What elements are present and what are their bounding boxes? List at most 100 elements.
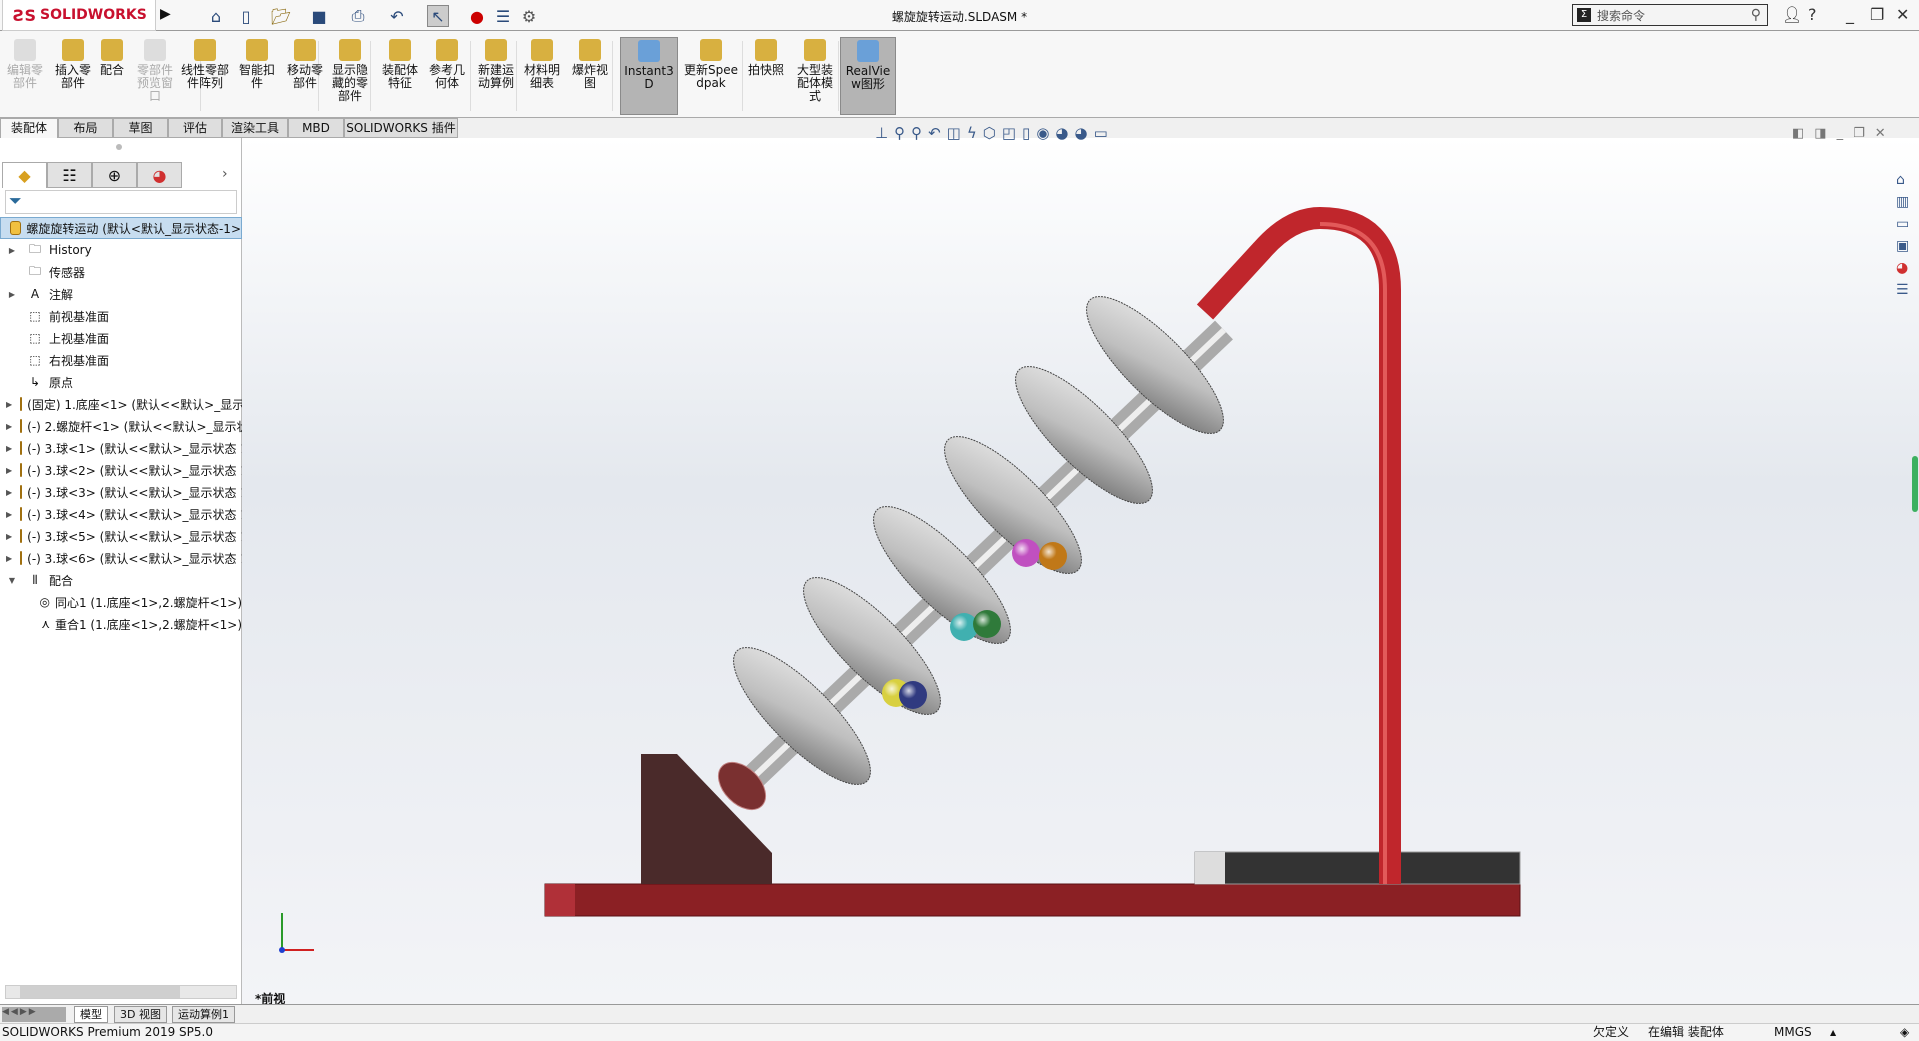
expand-arrow-icon[interactable]: ▶	[6, 510, 12, 519]
ribbon-button-3[interactable]: 零部件预览窗口	[136, 39, 174, 111]
tree-item[interactable]: 🗀︎ 传感器	[0, 261, 242, 283]
appearances-icon[interactable]: ◕	[1896, 260, 1918, 276]
tree-item[interactable]: ▶ (-) 3.球<6> (默认<<默认>_显示状态 1>)	[0, 547, 242, 569]
search-commands-input[interactable]: Σ 搜索命令 ⚲	[1572, 4, 1768, 26]
expand-arrow-icon[interactable]: ▶	[6, 466, 12, 475]
tree-item[interactable]: ⬚ 上视基准面	[0, 327, 242, 349]
zoom-area-icon[interactable]: ⚲	[911, 124, 928, 142]
tree-item[interactable]: ⬚ 前视基准面	[0, 305, 242, 327]
hide-show-icon[interactable]: ▯	[1022, 124, 1036, 142]
design-library-icon[interactable]: ▥	[1896, 194, 1918, 210]
tree-item[interactable]: 螺旋旋转运动 (默认<默认_显示状态-1>	[0, 217, 242, 239]
ribbon-button-9[interactable]: 参考几何体	[426, 39, 468, 111]
zoom-to-fit-icon[interactable]: ⚲	[894, 124, 911, 142]
units-selector[interactable]: MMGS	[1774, 1024, 1812, 1041]
tree-item[interactable]: ▶ 🗀︎ History	[0, 239, 242, 261]
tree-item[interactable]: ▶ (-) 3.球<1> (默认<<默认>_显示状态 1>)	[0, 437, 242, 459]
tree-item[interactable]: ▶ (-) 3.球<5> (默认<<默认>_显示状态 1>)	[0, 525, 242, 547]
expand-arrow-icon[interactable]: ▶	[6, 246, 18, 255]
tab-configuration-manager[interactable]: ⊕	[92, 162, 137, 188]
ribbon-button-6[interactable]: 移动零部件	[282, 39, 328, 111]
tree-item[interactable]: ↳ 原点	[0, 371, 242, 393]
tab-5[interactable]: MBD	[288, 118, 344, 138]
expand-arrow-icon[interactable]: ▶	[6, 554, 12, 563]
collapse-arrow-icon[interactable]: ▼	[6, 576, 18, 585]
tab-1[interactable]: 布局	[58, 118, 113, 138]
tab-2[interactable]: 草图	[113, 118, 168, 138]
horizontal-scrollbar[interactable]	[5, 985, 237, 999]
tab-feature-manager[interactable]: ◆	[2, 162, 47, 188]
tree-filter[interactable]: ⏷	[5, 190, 237, 214]
ribbon-button-4[interactable]: 线性零部件阵列	[178, 39, 232, 111]
tree-item[interactable]: ▶ (固定) 1.底座<1> (默认<<默认>_显示状态 1>)	[0, 393, 242, 415]
view-orientation-icon[interactable]: ⊥	[875, 124, 894, 142]
edit-appearance-icon[interactable]: ◉	[1036, 124, 1055, 142]
graphics-viewport[interactable]: *前视 ◧◨_❐✕ ⌂ ▥ ▭ ▣ ◕ ☰	[242, 126, 1919, 1006]
ribbon-button-11[interactable]: 材料明细表	[522, 39, 562, 111]
tree-item[interactable]: ▶ A 注解	[0, 283, 242, 305]
expand-arrow-icon[interactable]: ▶	[6, 532, 12, 541]
expand-arrow-icon[interactable]: ▶	[6, 444, 12, 453]
rebuild-status-icon[interactable]: ◈	[1900, 1024, 1909, 1041]
view-settings-icon[interactable]: ◕	[1075, 124, 1094, 142]
chevron-right-icon[interactable]: ›	[222, 166, 228, 182]
expand-arrow-icon[interactable]: ▶	[6, 488, 12, 497]
right-base-box[interactable]	[1194, 851, 1521, 885]
display-style-icon[interactable]: ⬡	[983, 124, 1002, 142]
tab-4[interactable]: 渲染工具	[222, 118, 288, 138]
panel-grip[interactable]	[116, 144, 122, 150]
viewport-window-controls[interactable]: ◧◨_❐✕	[1792, 126, 1896, 141]
tree-item[interactable]: ▼ ⫴ 配合	[0, 569, 242, 591]
expand-arrow-icon[interactable]: ▶	[6, 422, 12, 431]
ribbon-button-7[interactable]: 显示隐藏的零部件	[330, 39, 370, 111]
tab-display-manager[interactable]: ◕	[137, 162, 182, 188]
minimize-button[interactable]: _	[1846, 5, 1854, 24]
tab-scroll-arrows[interactable]: ◀◀▶▶	[2, 1007, 66, 1022]
display-monitor-icon[interactable]: ▭	[1094, 124, 1114, 142]
ribbon-button-5[interactable]: 智能扣件	[238, 39, 276, 111]
ribbon-button-17[interactable]: RealView图形	[840, 37, 896, 115]
tab-3[interactable]: 评估	[168, 118, 222, 138]
units-dropdown-icon[interactable]: ▲	[1830, 1024, 1836, 1041]
ribbon-button-0[interactable]: 编辑零部件	[6, 39, 44, 111]
expand-arrow-icon[interactable]: ▶	[6, 400, 12, 409]
tree-item[interactable]: ⬚ 右视基准面	[0, 349, 242, 371]
help-icon[interactable]: ?	[1808, 5, 1817, 24]
tree-item[interactable]: ◎ 同心1 (1.底座<1>,2.螺旋杆<1>)	[0, 591, 243, 613]
bottom-tab-0[interactable]: 模型	[74, 1006, 108, 1023]
bottom-tab-2[interactable]: 运动算例1	[172, 1006, 235, 1023]
bottom-tab-1[interactable]: 3D 视图	[114, 1006, 167, 1023]
ribbon-button-15[interactable]: 拍快照	[746, 39, 786, 111]
restore-button[interactable]: ❐	[1870, 5, 1884, 24]
pole[interactable]	[1196, 206, 1401, 884]
ribbon-button-1[interactable]: 插入零部件	[52, 39, 94, 111]
ribbon-button-14[interactable]: 更新Speedpak	[683, 39, 739, 111]
ribbon-button-16[interactable]: 大型装配体模式	[792, 39, 838, 111]
tree-item[interactable]: ▶ (-) 3.球<2> (默认<<默认>_显示状态 1>)	[0, 459, 242, 481]
viewport-scroll-handle[interactable]	[1912, 456, 1918, 512]
base-plate[interactable]	[544, 883, 1521, 917]
section-view-icon[interactable]: ◫	[947, 124, 967, 142]
file-explorer-icon[interactable]: ▭	[1896, 216, 1918, 232]
dynamic-annotation-icon[interactable]: ϟ	[967, 124, 983, 142]
ribbon-button-8[interactable]: 装配体特征	[380, 39, 420, 111]
user-icon[interactable]: 👤︎	[1782, 5, 1802, 24]
custom-properties-icon[interactable]: ☰	[1896, 282, 1918, 298]
close-button[interactable]: ✕	[1896, 5, 1909, 24]
tree-item[interactable]: ⋏ 重合1 (1.底座<1>,2.螺旋杆<1>)	[0, 613, 242, 635]
tree-item[interactable]: ▶ (-) 3.球<4> (默认<<默认>_显示状态 1>)	[0, 503, 242, 525]
search-icon[interactable]: ⚲	[1751, 7, 1761, 23]
apply-scene-icon[interactable]: ◕	[1055, 124, 1074, 142]
tree-item[interactable]: ▶ (-) 3.球<3> (默认<<默认>_显示状态 1>)	[0, 481, 242, 503]
tree-item[interactable]: ▶ (-) 2.螺旋杆<1> (默认<<默认>_显示状态 1>)	[0, 415, 242, 437]
tab-property-manager[interactable]: ☷	[47, 162, 92, 188]
ribbon-button-12[interactable]: 爆炸视图	[570, 39, 610, 111]
view-cube-icon[interactable]: ◰	[1002, 124, 1022, 142]
ribbon-button-10[interactable]: 新建运动算例	[474, 39, 518, 111]
scrollbar-thumb[interactable]	[20, 986, 180, 998]
ribbon-button-2[interactable]: 配合	[98, 39, 126, 111]
ribbon-button-13[interactable]: Instant3D	[620, 37, 678, 115]
previous-view-icon[interactable]: ↶	[928, 124, 947, 142]
home-icon[interactable]: ⌂	[1896, 172, 1918, 188]
tab-0[interactable]: 装配体	[0, 118, 58, 138]
